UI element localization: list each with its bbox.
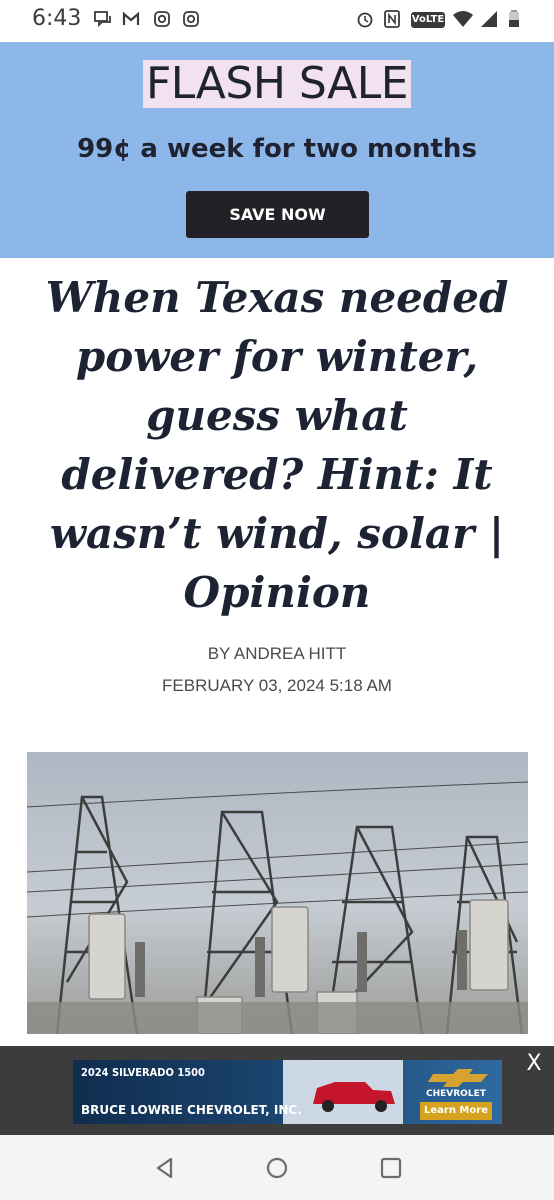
instagram-icon: [154, 11, 170, 27]
back-icon[interactable]: [152, 1155, 178, 1181]
article-date: FEBRUARY 03, 2024 5:18 AM: [162, 676, 392, 695]
save-now-button[interactable]: SAVE NOW: [186, 191, 369, 238]
wifi-icon: [453, 11, 473, 27]
ad-model-text: 2024 SILVERADO 1500: [81, 1066, 205, 1079]
instagram-icon: [183, 11, 199, 27]
flash-sale-banner: FLASH SALE 99¢ a week for two months SAV…: [0, 42, 554, 258]
home-icon[interactable]: [264, 1155, 290, 1181]
alarm-icon: [357, 12, 373, 28]
ad-container: 2024 SILVERADO 1500 BRUCE LOWRIE CHEVROL…: [0, 1046, 554, 1135]
ad-brand-text: CHEVROLET: [426, 1089, 486, 1099]
volte-badge: VoLTE: [411, 12, 445, 28]
status-bar: 6:43 VoLTE: [0, 0, 554, 42]
nfc-icon: [384, 10, 400, 28]
system-nav-bar: [0, 1135, 554, 1200]
article-headline: When Texas needed power for winter, gues…: [45, 273, 509, 617]
ad-banner[interactable]: 2024 SILVERADO 1500 BRUCE LOWRIE CHEVROL…: [73, 1060, 502, 1124]
status-time: 6:43: [32, 6, 82, 31]
chat-icon: [94, 11, 111, 28]
article-byline[interactable]: BY ANDREA HITT: [0, 644, 554, 664]
flash-sale-subtitle: 99¢ a week for two months: [77, 134, 477, 164]
ad-learn-more-button[interactable]: Learn More: [420, 1102, 492, 1120]
battery-icon: [509, 10, 519, 27]
flash-sale-title: FLASH SALE: [143, 60, 411, 108]
gmail-icon: [122, 11, 140, 25]
ad-dealer-text: BRUCE LOWRIE CHEVROLET, INC.: [81, 1103, 302, 1117]
recents-icon[interactable]: [378, 1155, 404, 1181]
signal-icon: [481, 11, 497, 27]
substation-photo: [27, 752, 528, 1034]
ad-close-button[interactable]: X: [520, 1050, 548, 1078]
article-image[interactable]: [27, 752, 528, 1034]
